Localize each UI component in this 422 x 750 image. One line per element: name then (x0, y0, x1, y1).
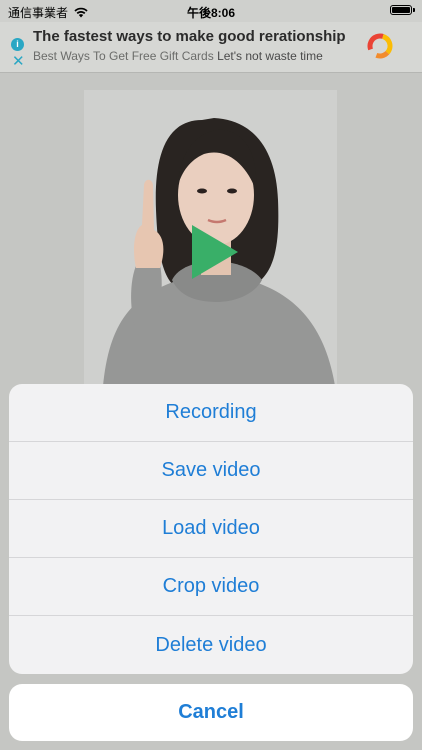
ad-info-icon[interactable]: i (11, 38, 24, 51)
cancel-button[interactable]: Cancel (9, 684, 413, 741)
load-video-button[interactable]: Load video (9, 500, 413, 558)
delete-video-button[interactable]: Delete video (9, 616, 413, 674)
action-sheet: Recording Save video Load video Crop vid… (9, 384, 413, 674)
ad-banner[interactable]: i ✕ The fastest ways to make good rerati… (0, 22, 422, 73)
ad-subtitle-suffix: Let's not waste time (217, 49, 323, 63)
recording-button[interactable]: Recording (9, 384, 413, 442)
status-bar: 通信事業者 午後8:06 (0, 0, 422, 22)
ad-subtitle-text: Best Ways To Get Free Gift Cards (33, 49, 214, 63)
crop-video-button[interactable]: Crop video (9, 558, 413, 616)
ad-title[interactable]: The fastest ways to make good rerationsh… (33, 28, 346, 45)
ad-subtitle[interactable]: Best Ways To Get Free Gift Cards Let's n… (33, 49, 323, 63)
battery-icon (390, 5, 415, 15)
ad-close-icon[interactable]: ✕ (12, 54, 25, 69)
battery-fill (392, 7, 410, 13)
status-time: 午後8:06 (186, 6, 236, 20)
save-video-button[interactable]: Save video (9, 442, 413, 500)
ad-logo-icon[interactable] (366, 32, 394, 60)
